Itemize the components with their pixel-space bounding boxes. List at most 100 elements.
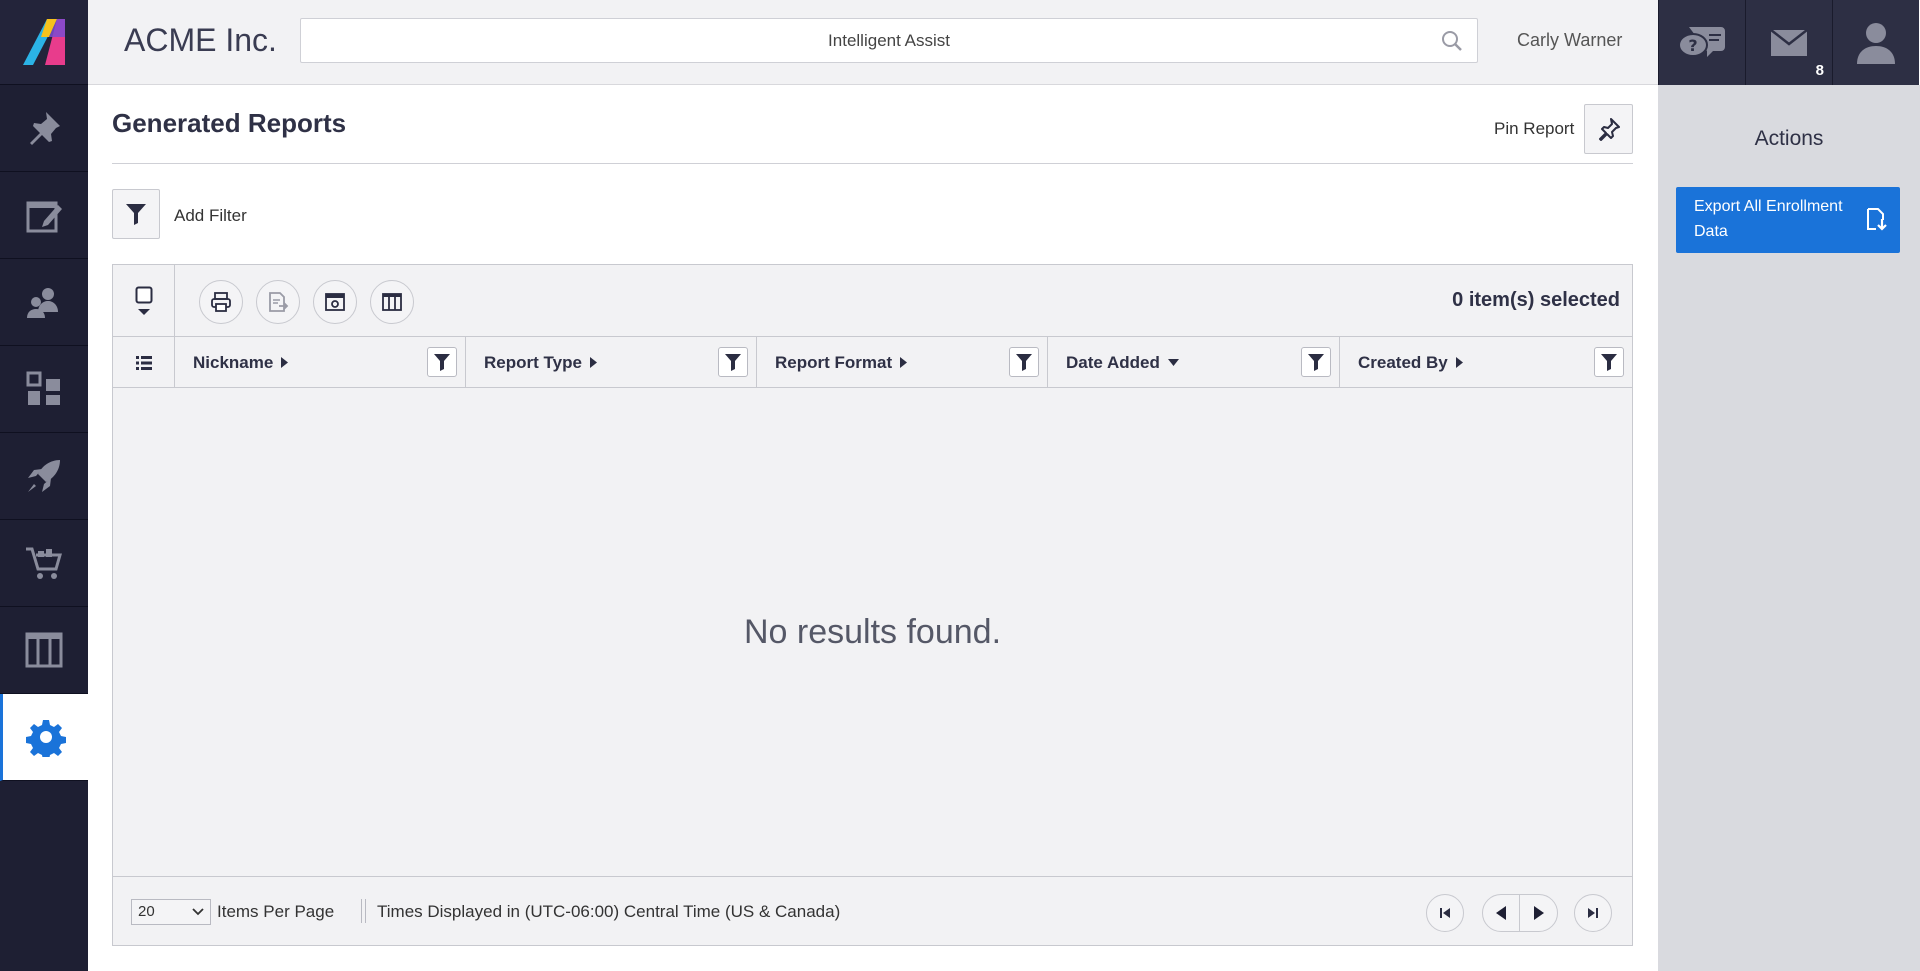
dashboard-icon [24,369,64,409]
column-chooser-button[interactable] [113,337,175,388]
column-label: Date Added [1066,353,1160,373]
window-settings-icon [324,291,346,313]
caret-right-icon [900,357,907,368]
title-divider [112,163,1633,164]
filter-icon [125,202,147,226]
mail-icon [1770,29,1808,57]
footer-divider [365,899,366,923]
search-icon[interactable] [1441,30,1463,52]
items-per-page-select[interactable]: 20 [131,899,211,925]
columns-icon [24,630,64,670]
grid-toolbar: 0 item(s) selected [113,265,1632,337]
export-icon [267,291,289,313]
export-report-button[interactable] [256,280,300,324]
next-page-button[interactable] [1520,895,1557,931]
file-download-icon [1866,207,1888,233]
column-report-type[interactable]: Report Type [466,337,757,388]
list-icon [136,356,152,370]
filter-icon [1016,353,1032,371]
first-page-icon [1439,907,1451,919]
column-filter-button[interactable] [718,347,748,377]
users-icon [24,282,64,322]
column-label: Report Format [775,353,892,373]
main-content: Generated Reports Pin Report Add Filter [88,85,1658,971]
nav-item-pinned[interactable] [0,85,88,172]
filter-icon [1601,353,1617,371]
column-label: Created By [1358,353,1448,373]
export-enrollment-data-button[interactable]: Export All Enrollment Data [1676,187,1900,253]
messages-button[interactable]: 8 [1745,0,1832,85]
column-label: Report Type [484,353,582,373]
left-nav [0,0,88,971]
footer-divider [361,899,362,923]
chevron-down-icon [137,308,151,316]
column-filter-button[interactable] [1301,347,1331,377]
selected-count: 0 item(s) selected [1452,289,1620,312]
add-filter-label[interactable]: Add Filter [174,206,247,226]
column-filter-button[interactable] [427,347,457,377]
grid-footer: 20 Items Per Page Times Displayed in (UT… [113,876,1632,945]
add-filter-button[interactable] [112,189,160,239]
timezone-label: Times Displayed in (UTC-06:00) Central T… [377,902,840,922]
caret-right-icon [281,357,288,368]
user-name[interactable]: Carly Warner [1517,30,1622,51]
previous-page-button[interactable] [1483,895,1520,931]
items-per-page-label: Items Per Page [217,902,334,922]
messages-badge: 8 [1816,62,1824,79]
nav-item-settings[interactable] [0,694,88,781]
last-page-icon [1587,907,1599,919]
avatar-icon [1855,20,1897,66]
column-filter-button[interactable] [1009,347,1039,377]
rocket-icon [24,456,64,496]
prev-next-pager [1482,894,1558,932]
columns-icon [381,291,403,313]
profile-button[interactable] [1832,0,1919,85]
top-icon-bar: ? 8 [1658,0,1920,85]
empty-state-message: No results found. [113,388,1632,876]
app-logo[interactable] [0,0,88,85]
nav-item-columns[interactable] [0,607,88,694]
nav-item-dashboard[interactable] [0,346,88,433]
select-all-dropdown[interactable] [113,265,175,337]
actions-panel: Actions Export All Enrollment Data [1658,85,1920,971]
chevron-down-icon [192,908,204,916]
caret-right-icon [1534,906,1544,920]
svg-text:?: ? [1688,36,1697,55]
help-chat-icon: ? [1677,23,1727,63]
pin-report-label: Pin Report [1494,119,1574,139]
caret-left-icon [1496,906,1506,920]
print-button[interactable] [199,280,243,324]
caret-down-icon [1168,359,1179,366]
help-chat-button[interactable]: ? [1658,0,1745,85]
top-header: ACME Inc. Intelligent Assist Carly Warne… [88,0,1658,85]
pin-icon [24,108,64,148]
column-created-by[interactable]: Created By [1340,337,1632,388]
columns-button[interactable] [370,280,414,324]
logo-icon [19,15,69,69]
first-page-button[interactable] [1426,894,1464,932]
items-per-page-value: 20 [138,903,155,920]
nav-item-users[interactable] [0,259,88,346]
cart-icon [24,543,64,583]
filter-icon [1308,353,1324,371]
export-button-label: Export All Enrollment Data [1694,198,1843,240]
company-name: ACME Inc. [124,22,277,59]
pin-icon [1597,117,1621,141]
column-date-added[interactable]: Date Added [1048,337,1340,388]
page-title: Generated Reports [112,108,346,139]
nav-item-edit[interactable] [0,172,88,259]
edit-icon [24,195,64,235]
column-report-format[interactable]: Report Format [757,337,1048,388]
pin-report-button[interactable] [1584,104,1633,154]
print-icon [210,291,232,313]
actions-title: Actions [1658,127,1920,151]
column-filter-button[interactable] [1594,347,1624,377]
nav-item-launch[interactable] [0,433,88,520]
view-settings-button[interactable] [313,280,357,324]
checkbox-icon[interactable] [135,286,153,304]
nav-item-cart[interactable] [0,520,88,607]
last-page-button[interactable] [1574,894,1612,932]
caret-right-icon [590,357,597,368]
column-nickname[interactable]: Nickname [175,337,466,388]
intelligent-assist-search[interactable]: Intelligent Assist [300,18,1478,63]
